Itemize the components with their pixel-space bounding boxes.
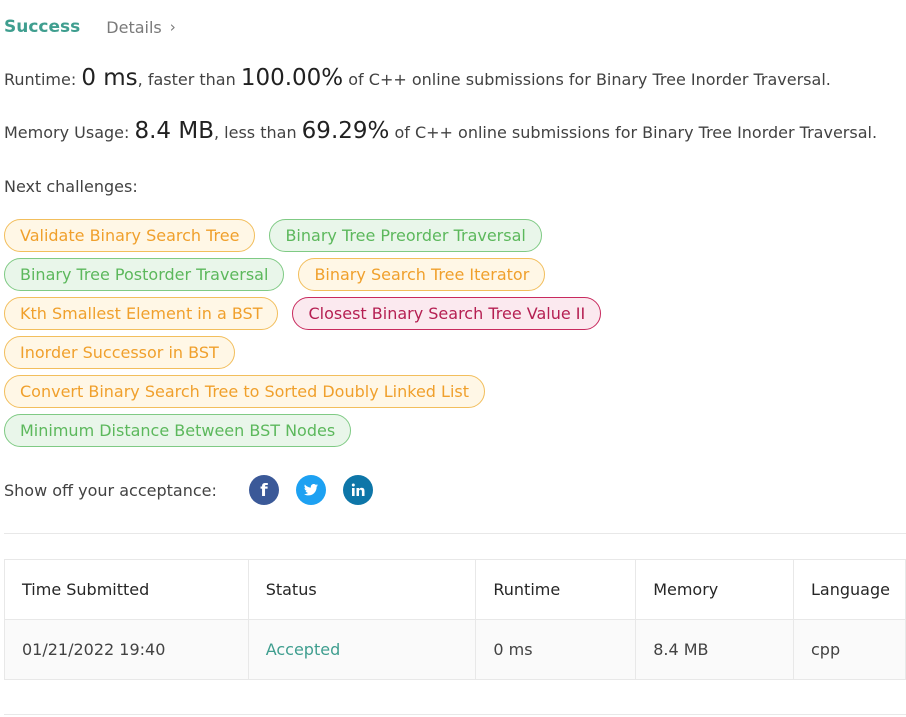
challenge-tag[interactable]: Binary Tree Preorder Traversal: [269, 219, 542, 252]
challenge-tag[interactable]: Minimum Distance Between BST Nodes: [4, 414, 352, 447]
runtime-label: Runtime:: [4, 70, 82, 89]
next-challenges-label: Next challenges:: [4, 177, 138, 196]
facebook-icon[interactable]: f: [248, 475, 279, 505]
column-header-memory: Memory: [635, 559, 794, 620]
column-header-status: Status: [247, 559, 477, 620]
bottom-divider: [4, 714, 906, 715]
column-header-runtime: Runtime: [475, 559, 637, 620]
chevron-right-icon: ›: [169, 18, 176, 36]
memory-suffix: of C++ online submissions for Binary Tre…: [389, 123, 878, 142]
cell-memory: 8.4 MB: [635, 619, 794, 680]
challenge-tag[interactable]: Convert Binary Search Tree to Sorted Dou…: [4, 375, 486, 408]
challenge-list: Validate Binary Search Tree Binary Tree …: [4, 219, 804, 453]
challenge-tag[interactable]: Inorder Successor in BST: [4, 336, 235, 369]
challenge-tag[interactable]: Validate Binary Search Tree: [4, 219, 256, 252]
table-row: 01/21/2022 19:40 Accepted 0 ms 8.4 MB cp…: [4, 619, 906, 680]
cell-runtime: 0 ms: [475, 619, 637, 680]
share-bar: Show off your acceptance: f: [4, 474, 390, 506]
table-header-row: Time Submitted Status Runtime Memory Lan…: [4, 559, 906, 620]
result-tabs: Success Details ›: [4, 14, 176, 40]
column-header-time: Time Submitted: [4, 559, 249, 620]
challenge-row: Binary Tree Postorder Traversal Binary S…: [4, 258, 804, 291]
tab-success[interactable]: Success: [4, 17, 80, 37]
submission-table: Time Submitted Status Runtime Memory Lan…: [4, 559, 906, 680]
challenge-row: Inorder Successor in BST: [4, 336, 804, 369]
runtime-suffix: of C++ online submissions for Binary Tre…: [343, 70, 831, 89]
status-link[interactable]: Accepted: [266, 640, 341, 659]
memory-mid: , less than: [214, 123, 302, 142]
challenge-tag[interactable]: Kth Smallest Element in a BST: [4, 297, 279, 330]
challenge-row: Convert Binary Search Tree to Sorted Dou…: [4, 375, 804, 408]
tab-details-label: Details: [106, 17, 162, 37]
challenge-tag[interactable]: Closest Binary Search Tree Value II: [292, 297, 602, 330]
memory-label: Memory Usage:: [4, 123, 135, 142]
runtime-mid: , faster than: [137, 70, 241, 89]
cell-status: Accepted: [247, 619, 477, 680]
challenge-row: Kth Smallest Element in a BST Closest Bi…: [4, 297, 804, 330]
runtime-percent: 100.00%: [240, 65, 344, 91]
runtime-stat: Runtime: 0 ms, faster than 100.00% of C+…: [4, 65, 831, 91]
column-header-language: Language: [793, 559, 906, 620]
runtime-value: 0 ms: [81, 65, 138, 91]
challenge-tag[interactable]: Binary Search Tree Iterator: [298, 258, 546, 291]
divider: [4, 533, 906, 534]
challenge-row: Minimum Distance Between BST Nodes: [4, 414, 804, 447]
cell-language: cpp: [793, 619, 906, 680]
tab-details[interactable]: Details ›: [106, 18, 175, 37]
cell-time-submitted: 01/21/2022 19:40: [4, 619, 249, 680]
share-label: Show off your acceptance:: [4, 480, 217, 500]
challenge-tag[interactable]: Binary Tree Postorder Traversal: [4, 258, 285, 291]
twitter-icon[interactable]: [295, 475, 326, 505]
challenge-row: Validate Binary Search Tree Binary Tree …: [4, 219, 804, 252]
memory-stat: Memory Usage: 8.4 MB, less than 69.29% o…: [4, 118, 877, 144]
memory-value: 8.4 MB: [134, 118, 214, 144]
linkedin-icon[interactable]: [342, 475, 373, 505]
memory-percent: 69.29%: [301, 118, 390, 144]
svg-text:f: f: [260, 481, 268, 501]
